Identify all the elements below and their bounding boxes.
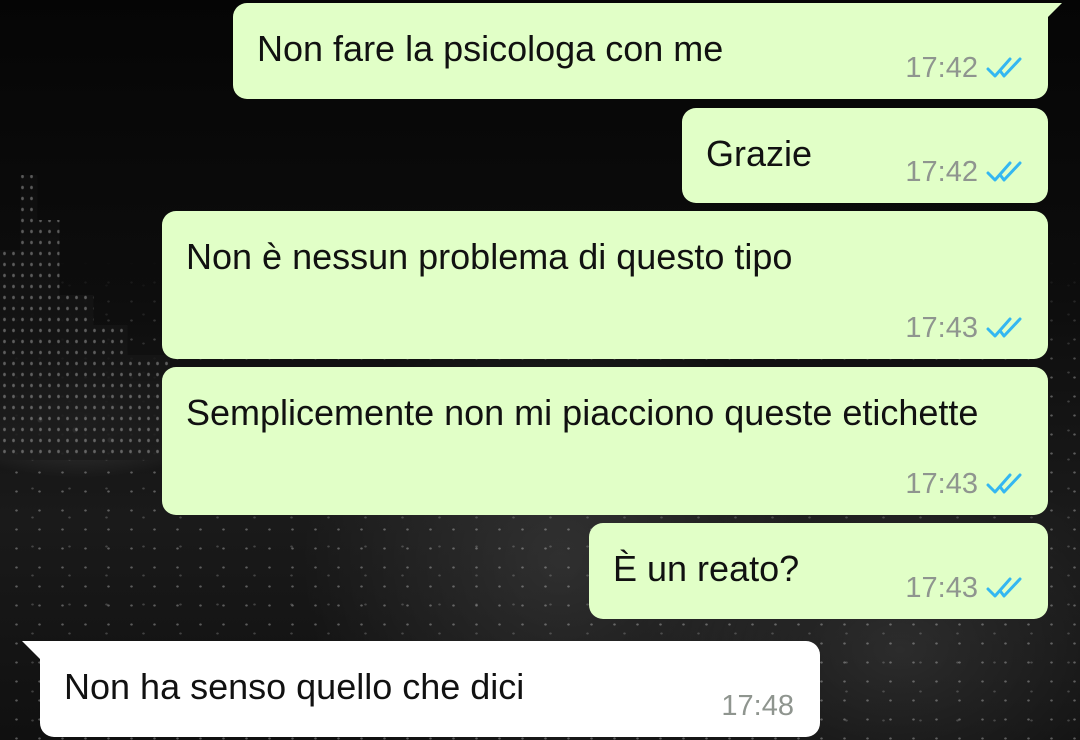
double-check-read-icon (986, 317, 1022, 338)
double-check-read-icon (986, 161, 1022, 182)
message-time: 17:43 (905, 312, 978, 344)
message-meta: 17:43 (905, 467, 1026, 501)
outgoing-message-bubble[interactable]: Non è nessun problema di questo tipo 17:… (162, 211, 1048, 359)
outgoing-message-bubble[interactable]: Grazie 17:42 (682, 108, 1048, 203)
message-text: È un reato? (613, 548, 800, 589)
message-time: 17:42 (905, 156, 978, 188)
message-text: Semplicemente non mi piacciono queste et… (186, 392, 979, 433)
message-meta: 17:43 (905, 571, 1026, 605)
double-check-read-icon (986, 57, 1022, 78)
double-check-read-icon (986, 577, 1022, 598)
message-time: 17:42 (905, 52, 978, 84)
message-time: 17:48 (721, 690, 794, 722)
outgoing-message-bubble[interactable]: Non fare la psicologa con me 17:42 (233, 3, 1062, 99)
message-meta: 17:43 (905, 311, 1026, 345)
message-meta: 17:48 (721, 689, 794, 723)
message-text: Grazie (706, 133, 813, 174)
message-text: Non è nessun problema di questo tipo (186, 236, 793, 277)
message-meta: 17:42 (905, 155, 1026, 189)
message-time: 17:43 (905, 468, 978, 500)
incoming-message-bubble[interactable]: Non ha senso quello che dici 17:48 (22, 641, 820, 737)
message-text: Non ha senso quello che dici (64, 666, 525, 707)
outgoing-message-bubble[interactable]: Semplicemente non mi piacciono queste et… (162, 367, 1048, 515)
bubble-tail (1036, 3, 1062, 29)
message-text: Non fare la psicologa con me (257, 28, 724, 69)
outgoing-message-bubble[interactable]: È un reato? 17:43 (589, 523, 1048, 619)
bubble-tail (22, 641, 52, 671)
message-time: 17:43 (905, 572, 978, 604)
wallpaper-city-skyline (0, 175, 170, 460)
message-meta: 17:42 (905, 51, 1026, 85)
double-check-read-icon (986, 473, 1022, 494)
